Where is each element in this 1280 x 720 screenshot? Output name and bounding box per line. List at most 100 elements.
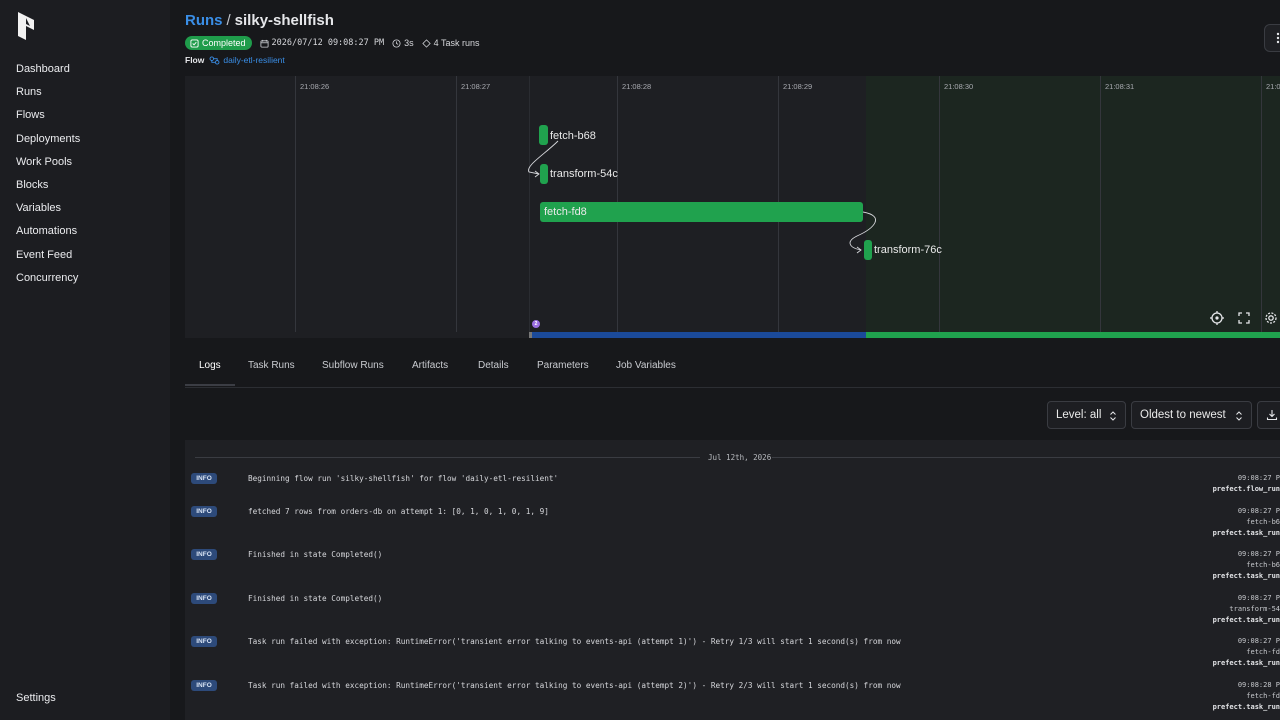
tab-details[interactable]: Details xyxy=(478,360,509,371)
sidebar-item-deployments[interactable]: Deployments xyxy=(16,132,80,155)
flow-icon xyxy=(209,55,220,65)
log-meta: 09:08:27 P fetch-b6 prefect.task_run xyxy=(1213,549,1280,582)
divider xyxy=(772,457,1280,458)
log-logger: prefect.flow_run xyxy=(1212,485,1280,493)
log-level-badge: INFO xyxy=(191,636,217,647)
log-message: Task run failed with exception: RuntimeE… xyxy=(248,681,901,690)
download-icon xyxy=(1266,410,1278,421)
breadcrumb: Runs / silky-shellfish xyxy=(185,12,334,29)
log-time: 09:08:28 P xyxy=(1237,681,1280,689)
flow-label: Flow xyxy=(185,55,205,65)
sort-select[interactable]: Oldest to newest xyxy=(1131,401,1252,429)
sidebar: Dashboard Runs Flows Deployments Work Po… xyxy=(0,0,170,720)
more-actions-button[interactable] xyxy=(1264,24,1280,52)
tab-subflow-runs[interactable]: Subflow Runs xyxy=(322,360,384,371)
log-date: Jul 12th, 2026 xyxy=(708,453,772,462)
kebab-menu-icon xyxy=(1276,32,1280,44)
timeline-pending-segment xyxy=(529,332,532,338)
calendar-icon xyxy=(260,39,269,48)
timeline-completed-segment xyxy=(866,332,1280,338)
sidebar-item-dashboard[interactable]: Dashboard xyxy=(16,62,80,85)
tab-task-runs[interactable]: Task Runs xyxy=(248,360,295,371)
log-message: Beginning flow run 'silky-shellfish' for… xyxy=(248,474,559,483)
task-bar-fetch-b68[interactable] xyxy=(539,125,548,145)
log-time: 09:08:27 P xyxy=(1237,550,1280,558)
sidebar-item-settings[interactable]: Settings xyxy=(16,692,56,704)
log-task-link[interactable]: fetch-fd xyxy=(1213,691,1280,702)
sidebar-item-work-pools[interactable]: Work Pools xyxy=(16,155,80,178)
task-runs-text: 4 Task runs xyxy=(433,38,480,48)
clock-icon xyxy=(392,38,401,48)
run-meta: Completed 2026/07/12 09:08:27 PM 3s 4 Ta… xyxy=(185,36,488,50)
log-message: Finished in state Completed() xyxy=(248,550,383,559)
timeline-running-segment xyxy=(529,332,866,338)
level-select[interactable]: Level: all xyxy=(1047,401,1126,429)
log-date-separator: Jul 12th, 2026 xyxy=(195,453,1280,463)
flow-link[interactable]: daily-etl-resilient xyxy=(209,55,285,65)
run-tabs: Logs Task Runs Subflow Runs Artifacts De… xyxy=(185,346,1280,388)
log-level-badge: INFO xyxy=(191,680,217,691)
flow-run-graph[interactable]: 21:08:26 21:08:27 21:08:28 21:08:29 21:0… xyxy=(185,76,1280,338)
log-time: 09:08:27 P xyxy=(1237,637,1280,645)
breadcrumb-runs-link[interactable]: Runs xyxy=(185,12,223,29)
tab-artifacts[interactable]: Artifacts xyxy=(412,360,448,371)
log-meta: 09:08:27 P fetch-b6 prefect.task_run xyxy=(1213,506,1280,539)
log-task-link[interactable]: fetch-b6 xyxy=(1213,517,1280,528)
datetime-text: 2026/07/12 09:08:27 PM xyxy=(271,38,385,48)
gear-icon[interactable] xyxy=(1263,310,1279,326)
sort-select-value: Oldest to newest xyxy=(1140,409,1226,421)
prefect-logo-icon[interactable] xyxy=(16,12,36,40)
log-meta: 09:08:27 P prefect.flow_run xyxy=(1213,473,1280,495)
log-time: 09:08:27 P xyxy=(1237,507,1280,515)
log-meta: 09:08:28 P fetch-fd prefect.task_run xyxy=(1213,680,1280,713)
task-bar-transform-54c[interactable] xyxy=(540,164,548,184)
sidebar-item-runs[interactable]: Runs xyxy=(16,85,80,108)
flow-line: Flow daily-etl-resilient xyxy=(185,55,285,65)
sidebar-item-event-feed[interactable]: Event Feed xyxy=(16,248,80,271)
log-level-badge: INFO xyxy=(191,506,217,517)
logs-panel: Jul 12th, 2026 INFO Beginning flow run '… xyxy=(185,440,1280,720)
log-message: fetched 7 rows from orders-db on attempt… xyxy=(248,507,549,516)
chevron-updown-icon xyxy=(1110,411,1116,421)
tab-parameters[interactable]: Parameters xyxy=(537,360,589,371)
log-time: 09:08:27 P xyxy=(1237,474,1280,482)
task-bar-transform-76c[interactable] xyxy=(864,240,872,260)
breadcrumb-separator: / xyxy=(226,12,231,29)
log-task-link[interactable]: transform-54 xyxy=(1213,604,1280,615)
download-logs-button[interactable] xyxy=(1257,401,1280,429)
divider xyxy=(195,457,700,458)
duration-text: 3s xyxy=(404,38,414,48)
task-label: fetch-fd8 xyxy=(544,206,587,218)
marker-count: 2 xyxy=(534,321,538,327)
artifact-marker[interactable]: 2 xyxy=(532,320,540,328)
log-level-badge: INFO xyxy=(191,473,217,484)
task-label: transform-54c xyxy=(550,168,618,180)
tab-logs[interactable]: Logs xyxy=(199,360,221,371)
fullscreen-icon[interactable] xyxy=(1236,310,1252,326)
active-tab-indicator xyxy=(185,384,235,386)
log-meta: 09:08:27 P fetch-fd prefect.task_run xyxy=(1213,636,1280,669)
log-level-badge: INFO xyxy=(191,549,217,560)
log-task-link[interactable]: fetch-fd xyxy=(1213,647,1280,658)
check-shield-icon xyxy=(190,38,199,48)
chevron-updown-icon xyxy=(1236,411,1242,421)
run-duration: 3s xyxy=(392,38,414,48)
run-datetime: 2026/07/12 09:08:27 PM xyxy=(260,38,385,48)
tab-job-variables[interactable]: Job Variables xyxy=(616,360,676,371)
task-diamond-icon xyxy=(421,38,431,48)
recenter-icon[interactable] xyxy=(1209,310,1225,326)
sidebar-item-automations[interactable]: Automations xyxy=(16,224,80,247)
sidebar-item-blocks[interactable]: Blocks xyxy=(16,178,80,201)
sidebar-item-variables[interactable]: Variables xyxy=(16,201,80,224)
log-logger: prefect.task_run xyxy=(1212,572,1280,580)
sidebar-item-concurrency[interactable]: Concurrency xyxy=(16,271,80,294)
log-meta: 09:08:27 P transform-54 prefect.task_run xyxy=(1213,593,1280,626)
log-level-badge: INFO xyxy=(191,593,217,604)
sidebar-nav: Dashboard Runs Flows Deployments Work Po… xyxy=(16,62,80,294)
log-message: Task run failed with exception: RuntimeE… xyxy=(248,637,901,646)
sidebar-item-flows[interactable]: Flows xyxy=(16,108,80,131)
log-logger: prefect.task_run xyxy=(1212,616,1280,624)
task-label: transform-76c xyxy=(874,244,942,256)
task-bar-fetch-fd8[interactable] xyxy=(540,202,863,222)
log-task-link[interactable]: fetch-b6 xyxy=(1213,560,1280,571)
